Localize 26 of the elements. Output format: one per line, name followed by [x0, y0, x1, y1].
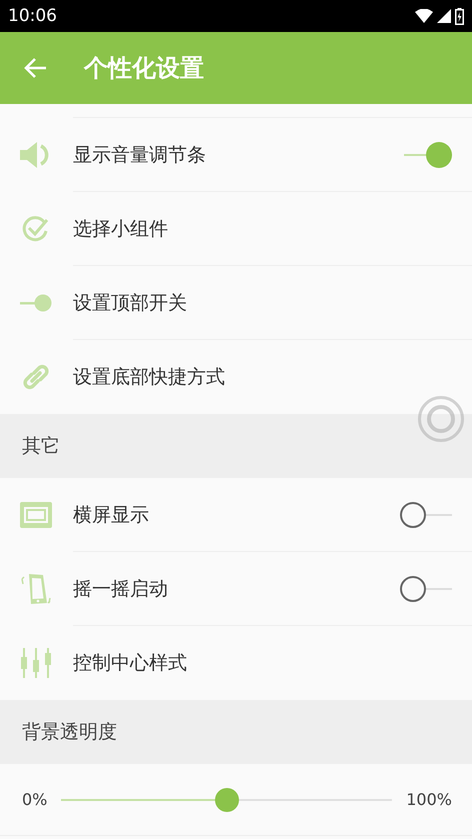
status-time: 10:06 — [8, 6, 57, 26]
setting-label[interactable]: 摇一摇启动 — [73, 576, 400, 602]
max-label: 100% — [406, 790, 452, 809]
section-header: 其它 — [0, 414, 472, 478]
toggle-icon — [20, 294, 52, 312]
wifi-icon — [415, 9, 433, 23]
setting-label[interactable]: 控制中心样式 — [73, 650, 472, 676]
page-title: 个性化设置 — [84, 53, 204, 84]
section-header: 背景透明度 — [0, 700, 472, 764]
check-circle-icon — [22, 216, 50, 242]
setting-label[interactable]: 选择小组件 — [73, 216, 472, 242]
sliders-icon — [20, 648, 52, 678]
setting-label[interactable]: 设置顶部开关 — [73, 290, 472, 316]
setting-label[interactable]: 设置底部快捷方式 — [73, 364, 472, 390]
phone-icon — [20, 572, 52, 606]
min-label: 0% — [22, 790, 48, 809]
signal-icon — [437, 9, 451, 23]
speaker-icon — [20, 141, 52, 169]
screen-icon — [20, 502, 52, 528]
setting-label[interactable]: 显示音量调节条 — [73, 142, 400, 168]
toggle-switch[interactable] — [400, 500, 452, 530]
floating-button[interactable] — [418, 396, 464, 442]
setting-label[interactable]: 横屏显示 — [73, 502, 400, 528]
slider-thumb[interactable] — [214, 788, 239, 812]
battery-icon — [455, 8, 464, 24]
toggle-switch[interactable] — [400, 574, 452, 604]
